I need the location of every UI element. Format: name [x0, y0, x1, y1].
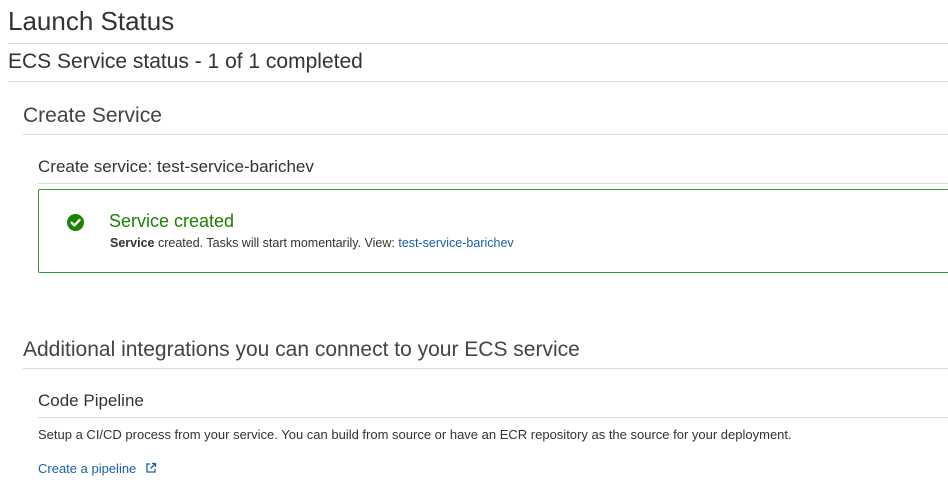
- page-title: Launch Status: [8, 6, 175, 36]
- service-link[interactable]: test-service-barichev: [398, 236, 513, 250]
- create-pipeline-link-wrapper[interactable]: Create a pipeline: [38, 461, 157, 476]
- create-service-sub-divider: [38, 183, 948, 184]
- alert-message: Service created. Tasks will start moment…: [110, 236, 514, 250]
- success-alert: Service created Service created. Tasks w…: [38, 189, 948, 273]
- external-link-icon: [146, 462, 157, 473]
- code-pipeline-divider: [38, 417, 948, 418]
- code-pipeline-description: Setup a CI/CD process from your service.…: [38, 427, 792, 442]
- create-service-divider: [23, 134, 948, 135]
- ecs-status-heading: ECS Service status - 1 of 1 completed: [8, 50, 363, 73]
- integrations-divider: [23, 368, 948, 369]
- alert-title: Service created: [109, 211, 235, 231]
- title-divider: [8, 43, 948, 44]
- status-divider: [8, 81, 948, 82]
- alert-bold-word: Service: [110, 236, 155, 250]
- integrations-section-title: Additional integrations you can connect …: [23, 338, 580, 361]
- create-service-subtitle: Create service: test-service-barichev: [38, 157, 314, 176]
- code-pipeline-title: Code Pipeline: [38, 391, 144, 410]
- create-pipeline-link[interactable]: Create a pipeline: [38, 461, 136, 476]
- alert-message-text: created. Tasks will start momentarily. V…: [157, 236, 395, 250]
- check-circle-icon: [67, 214, 84, 231]
- create-service-section-title: Create Service: [23, 104, 162, 127]
